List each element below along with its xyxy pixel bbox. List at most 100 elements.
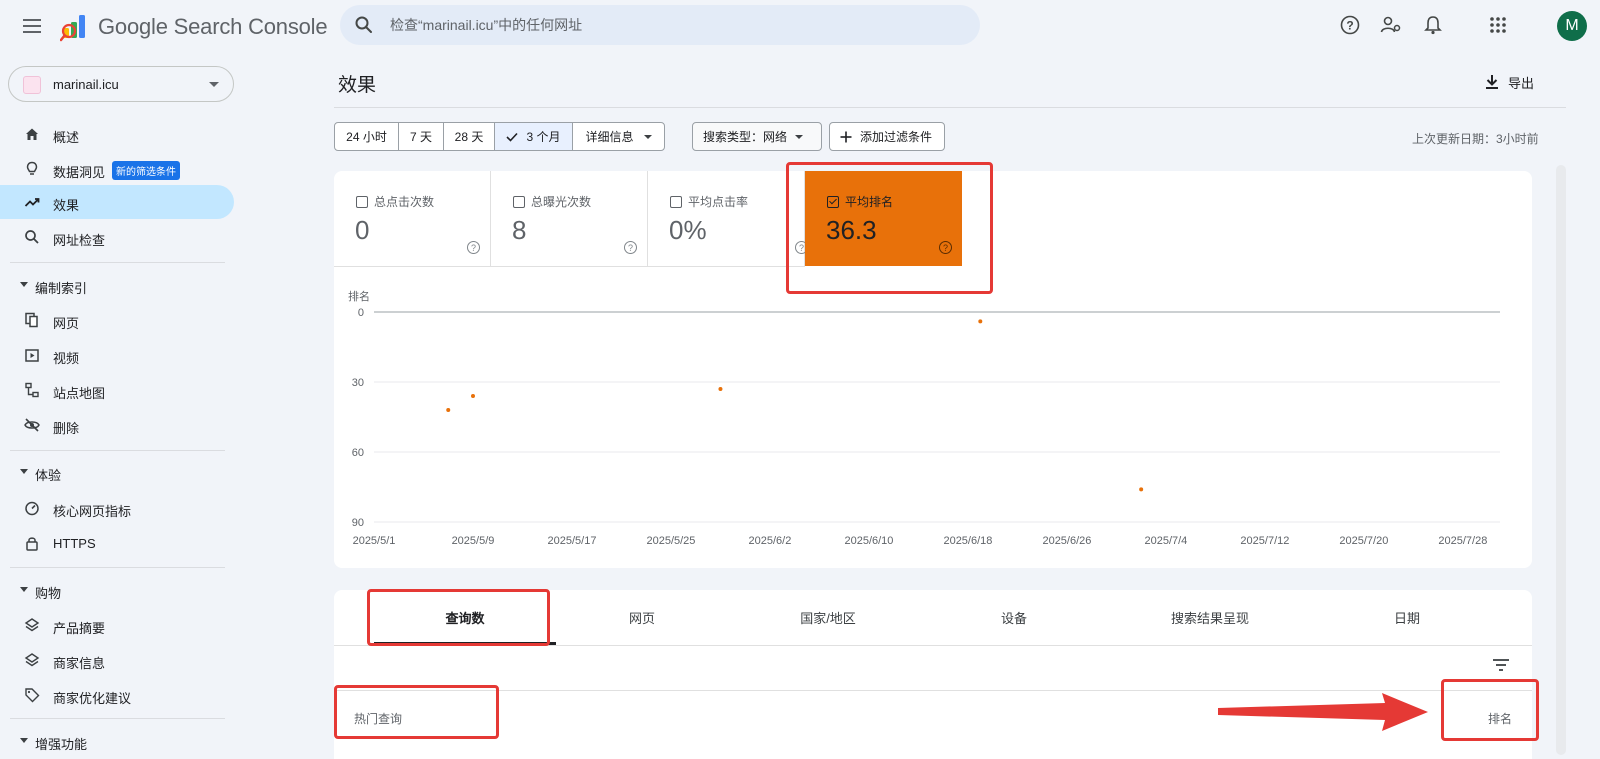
tab-devices[interactable]: 设备 bbox=[928, 590, 1100, 645]
section-enhancements[interactable]: 增强功能 bbox=[0, 726, 230, 756]
sidebar-item-label: 产品摘要 bbox=[53, 621, 106, 636]
sidebar-item-label: 网页 bbox=[53, 316, 80, 331]
data-point bbox=[1139, 487, 1144, 492]
section-experience[interactable]: 体验 bbox=[0, 457, 230, 487]
account-settings-icon[interactable] bbox=[1378, 12, 1404, 38]
product-name[interactable]: Google Search Console bbox=[98, 14, 328, 40]
metric-total-clicks[interactable]: 总点击次数 0 ? bbox=[334, 171, 491, 267]
sidebar-item-https[interactable]: HTTPS bbox=[0, 526, 234, 560]
sidebar-item-url-inspection[interactable]: 网址检查 bbox=[0, 220, 234, 254]
data-point bbox=[470, 394, 475, 398]
sidebar: marinail.icu 概述 数据洞见 新的筛选条件 效果 网址检查 编制索引… bbox=[0, 52, 240, 759]
tag-icon bbox=[25, 688, 40, 703]
search-console-logo[interactable] bbox=[60, 12, 90, 42]
metric-average-ctr[interactable]: 平均点击率 0% ? bbox=[648, 171, 808, 267]
trending-icon bbox=[24, 198, 40, 207]
sidebar-item-overview[interactable]: 概述 bbox=[0, 117, 234, 151]
download-icon bbox=[1486, 75, 1498, 89]
metric-label: 总曝光次数 bbox=[531, 195, 592, 209]
pages-icon bbox=[25, 312, 38, 328]
sidebar-item-label: 商家信息 bbox=[53, 656, 106, 671]
tab-countries[interactable]: 国家/地区 bbox=[728, 590, 928, 645]
sidebar-item-merchant-opportunities[interactable]: 商家优化建议 bbox=[0, 678, 234, 712]
sidebar-item-merchant-listings[interactable]: 商家信息 bbox=[0, 643, 234, 677]
caret-down-icon bbox=[795, 134, 804, 139]
range-28d[interactable]: 28 天 bbox=[443, 122, 495, 151]
check-icon bbox=[506, 132, 519, 142]
video-icon bbox=[25, 349, 39, 362]
x-tick-label: 2025/6/26 bbox=[1042, 535, 1091, 547]
range-details[interactable]: 详细信息 bbox=[572, 122, 665, 151]
add-filter-label: 添加过滤条件 bbox=[860, 130, 933, 144]
annotation-box-tab bbox=[367, 589, 550, 646]
layers-icon bbox=[24, 618, 40, 632]
sidebar-item-sitemaps[interactable]: 站点地图 bbox=[0, 373, 234, 407]
help-icon[interactable]: ? bbox=[467, 241, 480, 254]
sidebar-item-label: HTTPS bbox=[53, 536, 96, 551]
divider bbox=[10, 718, 225, 719]
caret-down-icon bbox=[20, 587, 28, 592]
sidebar-item-removals[interactable]: 删除 bbox=[0, 408, 234, 442]
search-type-filter[interactable]: 搜索类型：网络 bbox=[692, 122, 822, 151]
menu-icon[interactable] bbox=[20, 14, 44, 38]
divider bbox=[334, 107, 1566, 108]
sidebar-item-videos[interactable]: 视频 bbox=[0, 338, 234, 372]
export-button[interactable]: 导出 bbox=[1484, 70, 1534, 94]
data-point bbox=[718, 387, 723, 391]
section-title: 编制索引 bbox=[35, 281, 88, 296]
search-input[interactable] bbox=[390, 5, 960, 45]
section-title: 增强功能 bbox=[35, 737, 88, 752]
plus-icon bbox=[840, 131, 852, 142]
checkbox[interactable] bbox=[356, 195, 368, 208]
y-tick-label: 90 bbox=[352, 517, 364, 529]
sitemap-icon bbox=[25, 382, 39, 398]
search-icon bbox=[25, 230, 39, 244]
metric-total-impressions[interactable]: 总曝光次数 8 ? bbox=[491, 171, 648, 267]
sidebar-item-performance[interactable]: 效果 bbox=[0, 185, 234, 219]
annotation-box-column bbox=[334, 685, 499, 739]
add-filter-button[interactable]: 添加过滤条件 bbox=[829, 122, 945, 151]
y-tick-label: 0 bbox=[358, 307, 364, 319]
x-tick-label: 2025/7/12 bbox=[1240, 535, 1289, 547]
tab-pages[interactable]: 网页 bbox=[556, 590, 728, 645]
divider bbox=[10, 450, 225, 451]
caret-down-icon bbox=[20, 282, 28, 287]
section-indexing[interactable]: 编制索引 bbox=[0, 270, 230, 300]
metric-header: 平均点击率 bbox=[670, 193, 748, 210]
range-24h[interactable]: 24 小时 bbox=[334, 122, 399, 151]
metric-label: 总点击次数 bbox=[374, 195, 435, 209]
scrollbar[interactable] bbox=[1556, 165, 1566, 755]
annotation-box-position bbox=[1441, 679, 1539, 741]
speed-icon bbox=[25, 501, 39, 516]
help-icon[interactable]: ? bbox=[1337, 12, 1363, 38]
y-tick-label: 60 bbox=[352, 447, 364, 459]
checkbox[interactable] bbox=[513, 195, 525, 208]
avatar[interactable]: M bbox=[1557, 11, 1587, 41]
sidebar-item-core-web-vitals[interactable]: 核心网页指标 bbox=[0, 491, 234, 525]
sidebar-item-pages[interactable]: 网页 bbox=[0, 303, 234, 337]
metric-value: 0% bbox=[669, 215, 707, 245]
apps-grid-icon[interactable] bbox=[1485, 12, 1511, 38]
tab-dates[interactable]: 日期 bbox=[1320, 590, 1494, 645]
x-tick-label: 2025/6/18 bbox=[943, 535, 992, 547]
section-shopping[interactable]: 购物 bbox=[0, 575, 230, 605]
filter-icon[interactable] bbox=[1492, 658, 1510, 672]
eye-off-icon bbox=[24, 418, 40, 432]
url-inspect-search[interactable] bbox=[340, 5, 980, 45]
layers-icon bbox=[24, 653, 40, 667]
tab-search-appearance[interactable]: 搜索结果呈现 bbox=[1100, 590, 1320, 645]
notifications-icon[interactable] bbox=[1420, 12, 1446, 38]
property-selector[interactable]: marinail.icu bbox=[8, 66, 234, 102]
annotation-box-metric bbox=[786, 162, 993, 294]
caret-down-icon bbox=[20, 469, 28, 474]
help-icon[interactable]: ? bbox=[624, 241, 637, 254]
checkbox[interactable] bbox=[670, 195, 682, 208]
sidebar-item-insights[interactable]: 数据洞见 新的筛选条件 bbox=[0, 152, 234, 186]
range-label: 3 个月 bbox=[526, 130, 561, 144]
range-3m[interactable]: 3 个月 bbox=[494, 122, 573, 151]
metric-label: 平均点击率 bbox=[688, 195, 749, 209]
x-tick-label: 2025/7/4 bbox=[1144, 535, 1187, 547]
new-filter-badge: 新的筛选条件 bbox=[112, 161, 180, 180]
range-7d[interactable]: 7 天 bbox=[398, 122, 444, 151]
sidebar-item-product-snippets[interactable]: 产品摘要 bbox=[0, 608, 234, 642]
